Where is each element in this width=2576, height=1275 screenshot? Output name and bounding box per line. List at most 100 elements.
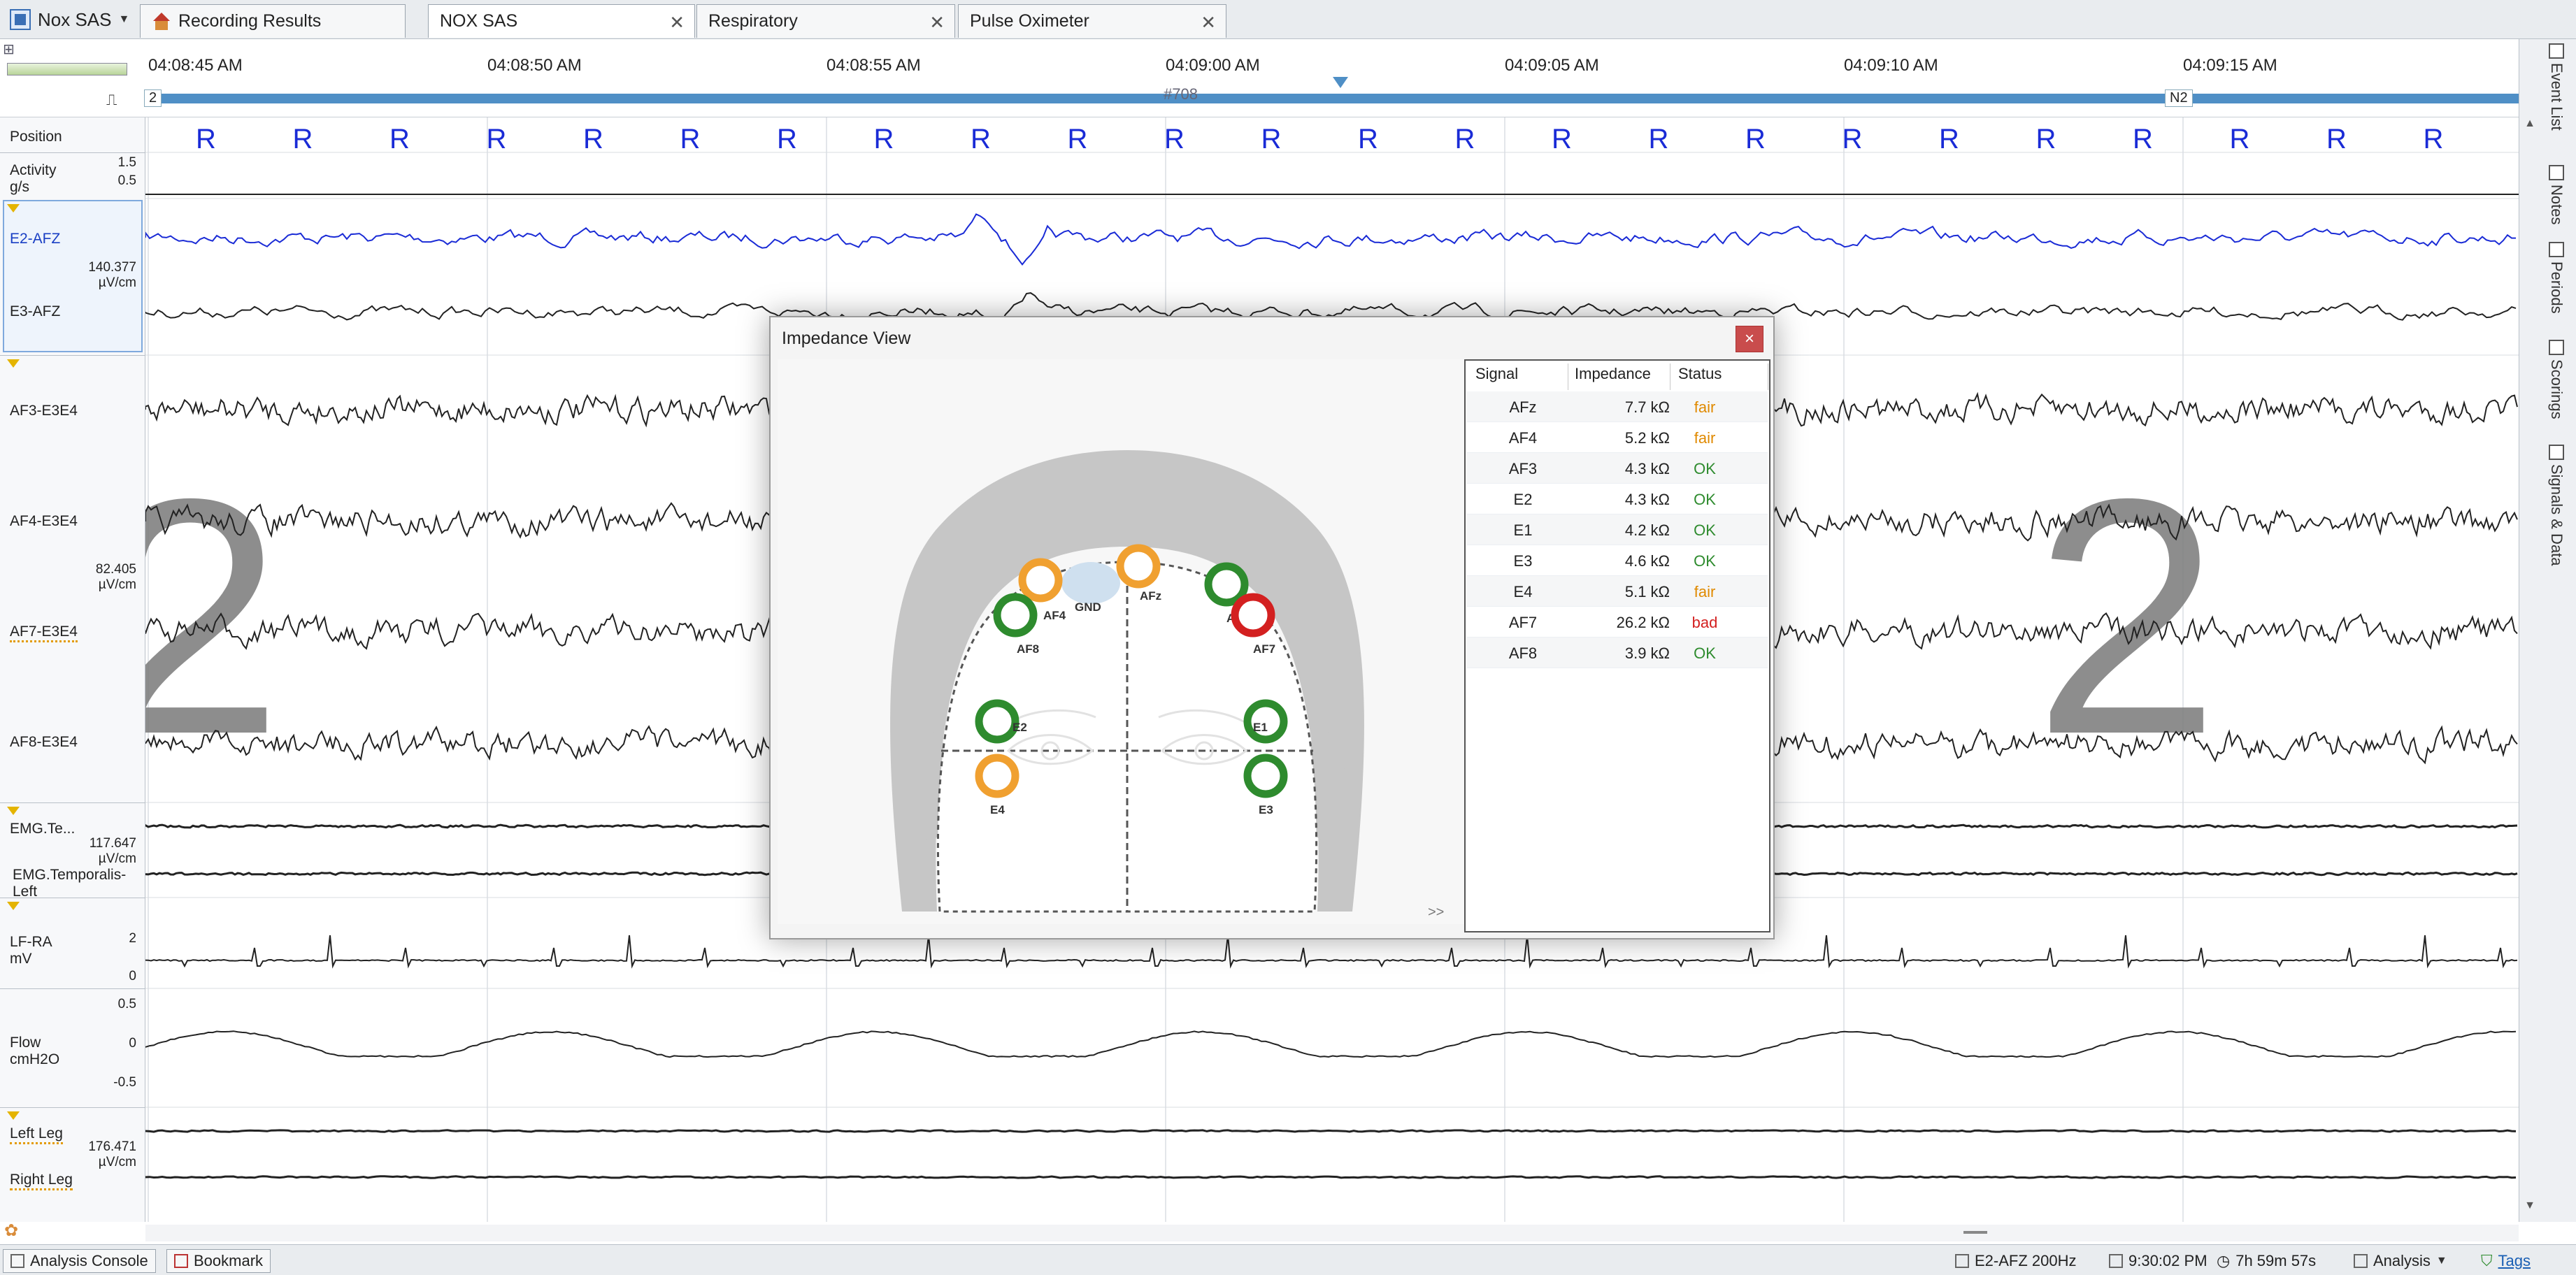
tags-label: Tags — [2498, 1252, 2531, 1269]
epoch-label: #708 — [1164, 85, 1198, 103]
electrode-af7[interactable] — [1231, 593, 1275, 638]
stage-marker: 2 — [144, 89, 162, 107]
channel-label-emg-temporalis-left[interactable]: EMG.Temporalis-Left — [13, 867, 145, 900]
electrode-head-map: GND AFzAF4AF3AF7AF8E2E1E4E3 — [778, 359, 1523, 924]
column-header-status[interactable]: Status — [1678, 365, 1722, 383]
horizontal-scrollbar[interactable] — [145, 1225, 2519, 1241]
channel-label-right-leg[interactable]: Right Leg — [10, 1172, 73, 1190]
cursor-marker-icon[interactable] — [1333, 77, 1348, 88]
table-row[interactable]: E1 4.2 kΩ OK — [1467, 514, 1768, 545]
filter-icon[interactable] — [7, 807, 20, 815]
close-icon[interactable]: ✕ — [929, 12, 945, 34]
table-row[interactable]: AF7 26.2 kΩ bad — [1467, 607, 1768, 638]
stage-marker: N2 — [2165, 89, 2193, 107]
expand-toggle[interactable]: >> — [1428, 905, 1444, 921]
trace-flow — [145, 1030, 2517, 1058]
position-marker: R — [583, 124, 603, 154]
scroll-thumb[interactable] — [1963, 1231, 1987, 1234]
table-row[interactable]: AF8 3.9 kΩ OK — [1467, 638, 1768, 668]
table-row[interactable]: E4 5.1 kΩ fair — [1467, 576, 1768, 607]
impedance-cell: 4.6 kΩ — [1624, 552, 1670, 570]
table-row[interactable]: AFz 7.7 kΩ fair — [1467, 391, 1768, 422]
table-row[interactable]: AF4 5.2 kΩ fair — [1467, 422, 1768, 453]
impedance-cell: 4.2 kΩ — [1624, 521, 1670, 539]
channel-label-position[interactable]: Position — [10, 129, 62, 145]
filter-icon[interactable] — [7, 902, 20, 910]
channel-label-activity[interactable]: Activity — [10, 162, 57, 179]
analysis-console-button[interactable]: Analysis Console — [3, 1249, 156, 1273]
impedance-cell: 26.2 kΩ — [1616, 614, 1670, 631]
tab-pulse-oximeter[interactable]: Pulse Oximeter ✕ — [958, 4, 1226, 38]
filter-icon[interactable] — [7, 204, 20, 212]
close-icon[interactable]: ✕ — [1201, 12, 1216, 34]
close-icon[interactable]: ✕ — [669, 12, 685, 34]
channel-label-e2-afz[interactable]: E2-AFZ — [10, 231, 60, 247]
side-tab-signals-data[interactable]: Signals & Data — [2540, 445, 2573, 566]
filter-icon[interactable] — [7, 1111, 20, 1120]
tab-recording-results[interactable]: Recording Results — [140, 4, 406, 38]
tab-nox-sas[interactable]: NOX SAS ✕ — [428, 4, 695, 38]
electrode-e3[interactable] — [1243, 754, 1288, 798]
position-marker: R — [1649, 124, 1669, 154]
side-tab-notes[interactable]: Notes — [2540, 165, 2573, 224]
chevron-down-icon: ▼ — [2435, 1255, 2447, 1267]
position-marker: R — [1842, 124, 1863, 154]
recording-overview-slider[interactable] — [7, 63, 127, 75]
channel-label-af4[interactable]: AF4-E3E4 — [10, 513, 78, 530]
scroll-up-icon[interactable]: ▲ — [2522, 117, 2538, 130]
column-header-signal[interactable]: Signal — [1475, 365, 1518, 383]
channel-label-af3[interactable]: AF3-E3E4 — [10, 403, 78, 419]
table-row[interactable]: E3 4.6 kΩ OK — [1467, 545, 1768, 576]
tab-label: Recording Results — [178, 11, 322, 31]
electrode-afz[interactable] — [1116, 544, 1161, 589]
button-label: Analysis Console — [30, 1252, 148, 1269]
scroll-down-icon[interactable]: ▼ — [2522, 1200, 2538, 1212]
tab-label: Respiratory — [708, 11, 798, 31]
position-marker: R — [874, 124, 894, 154]
status-cell: fair — [1694, 429, 1716, 447]
group-divider — [0, 355, 145, 356]
time-ruler[interactable]: ⊞ 04:08:45 AM 04:08:50 AM 04:08:55 AM 04… — [0, 39, 2576, 117]
electrode-af8[interactable] — [993, 593, 1038, 638]
table-row[interactable]: E2 4.3 kΩ OK — [1467, 484, 1768, 514]
signal-cell: E3 — [1513, 552, 1533, 570]
trace-e2-afz — [145, 213, 2516, 266]
table-row[interactable]: AF3 4.3 kΩ OK — [1467, 453, 1768, 484]
channel-label-flow[interactable]: Flow — [10, 1035, 41, 1051]
filter-icon[interactable] — [7, 359, 20, 368]
sleep-stage-bar[interactable] — [148, 94, 2519, 103]
channel-label-af8[interactable]: AF8-E3E4 — [10, 734, 78, 751]
electrode-label: E2 — [1012, 721, 1027, 734]
position-marker: R — [1068, 124, 1088, 154]
add-icon[interactable]: ⊞ — [3, 41, 15, 58]
channel-settings-icon[interactable]: ✿ — [4, 1220, 18, 1241]
button-label: Bookmark — [194, 1252, 264, 1269]
impedance-cell: 4.3 kΩ — [1624, 491, 1670, 508]
electrode-af3[interactable] — [1204, 562, 1249, 607]
side-tab-scorings[interactable]: Scorings — [2540, 340, 2573, 419]
dialog-close-button[interactable]: × — [1736, 326, 1763, 352]
side-tab-periods[interactable]: Periods — [2540, 242, 2573, 314]
channel-label-e3-afz[interactable]: E3-AFZ — [10, 303, 60, 320]
dialog-title: Impedance View — [782, 329, 911, 348]
tab-respiratory[interactable]: Respiratory ✕ — [696, 4, 955, 38]
side-tab-event-list[interactable]: Event List — [2540, 43, 2573, 131]
signals-icon — [2549, 445, 2564, 460]
position-marker: R — [1552, 124, 1572, 154]
app-menu-button[interactable]: Nox SAS ▼ — [6, 4, 131, 35]
hypnogram-icon[interactable]: ⎍ — [106, 91, 117, 109]
mode-selector[interactable]: Analysis ▼ — [2354, 1252, 2447, 1270]
scale-value: 0 — [129, 1036, 136, 1051]
electrode-af4[interactable] — [1018, 558, 1063, 603]
column-header-impedance[interactable]: Impedance — [1575, 365, 1651, 383]
channel-label-lf-ra[interactable]: LF-RA — [10, 934, 52, 951]
impedance-dialog[interactable]: Impedance View × GND AFz AF4 AF7 AF8 E2 … — [769, 316, 1775, 939]
status-cell: bad — [1691, 614, 1718, 631]
channel-label-emg-te[interactable]: EMG.Te... — [10, 821, 75, 837]
channel-label-af7[interactable]: AF7-E3E4 — [10, 624, 78, 642]
bookmark-button[interactable]: Bookmark — [166, 1249, 271, 1273]
electrode-e2[interactable] — [975, 699, 1019, 744]
electrode-e4[interactable] — [975, 754, 1019, 798]
tags-link[interactable]: ⛉ Tags — [2481, 1252, 2531, 1270]
channel-label-left-leg[interactable]: Left Leg — [10, 1125, 63, 1144]
